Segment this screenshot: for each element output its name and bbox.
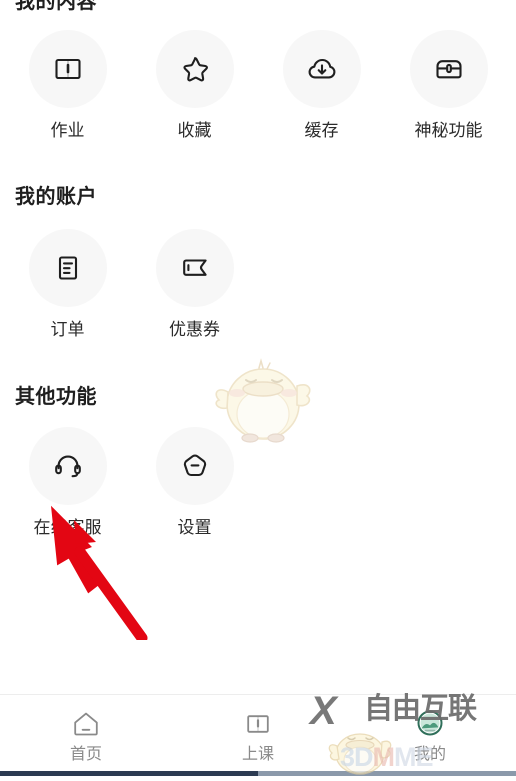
open-book-icon <box>243 707 273 741</box>
home-indicator <box>0 771 516 776</box>
grid-item-homework[interactable]: 作业 <box>4 30 131 141</box>
grid-item-favorites[interactable]: 收藏 <box>131 30 258 141</box>
star-icon <box>155 30 234 108</box>
grid-label-cache: 缓存 <box>304 121 339 140</box>
tab-profile[interactable]: 我的 <box>344 695 516 764</box>
grid-item-settings[interactable]: 设置 <box>131 427 258 538</box>
grid-item-orders[interactable]: 订单 <box>4 229 131 340</box>
home-indicator-right <box>258 771 516 776</box>
app-screen: 我的内容 作业 收藏 缓存 神秘功能 我的账户 订单 优惠券 其他功能 在线客服… <box>0 0 516 781</box>
section-title-other-functions: 其他功能 <box>15 386 97 408</box>
treasure-chest-icon <box>409 30 488 108</box>
grid-my-content: 作业 收藏 缓存 神秘功能 <box>0 30 516 141</box>
tab-label-home: 首页 <box>69 746 102 763</box>
grid-label-favorites: 收藏 <box>177 121 212 140</box>
grid-label-homework: 作业 <box>50 121 85 140</box>
grid-label-orders: 订单 <box>50 320 85 339</box>
grid-label-coupons: 优惠券 <box>169 320 220 339</box>
tab-label-class: 上课 <box>241 746 274 763</box>
grid-item-mystery-feature[interactable]: 神秘功能 <box>385 30 512 141</box>
section-my-content: 我的内容 作业 收藏 缓存 神秘功能 <box>0 0 516 141</box>
grid-item-online-support[interactable]: 在线客服 <box>4 427 131 538</box>
hexagon-minus-icon <box>155 427 234 505</box>
grid-my-account: 订单 优惠券 <box>0 229 516 340</box>
grid-label-settings: 设置 <box>177 518 212 537</box>
book-icon <box>28 30 107 108</box>
profile-circle-icon <box>414 707 446 741</box>
tab-class[interactable]: 上课 <box>172 695 344 764</box>
grid-label-mystery-feature: 神秘功能 <box>414 121 483 140</box>
section-my-account: 我的账户 订单 优惠券 <box>0 185 516 340</box>
bottom-tab-bar: 首页 上课 我的 <box>0 694 516 776</box>
tab-label-profile: 我的 <box>413 746 446 763</box>
grid-item-coupons[interactable]: 优惠券 <box>131 229 258 340</box>
section-title-my-account: 我的账户 <box>15 186 97 208</box>
grid-item-cache[interactable]: 缓存 <box>258 30 385 141</box>
section-other-functions: 其他功能 在线客服 设置 <box>0 385 516 538</box>
tab-home[interactable]: 首页 <box>0 695 172 764</box>
home-icon <box>71 707 101 741</box>
grid-other-functions: 在线客服 设置 <box>0 427 516 538</box>
headset-icon <box>28 427 107 505</box>
coupon-ticket-icon <box>155 229 234 307</box>
profile-content-scroll[interactable]: 我的内容 作业 收藏 缓存 神秘功能 我的账户 订单 优惠券 其他功能 在线客服… <box>0 0 516 695</box>
document-list-icon <box>28 229 107 307</box>
cloud-download-icon <box>282 30 361 108</box>
section-title-my-content: 我的内容 <box>15 0 97 13</box>
grid-label-online-support: 在线客服 <box>33 518 102 537</box>
